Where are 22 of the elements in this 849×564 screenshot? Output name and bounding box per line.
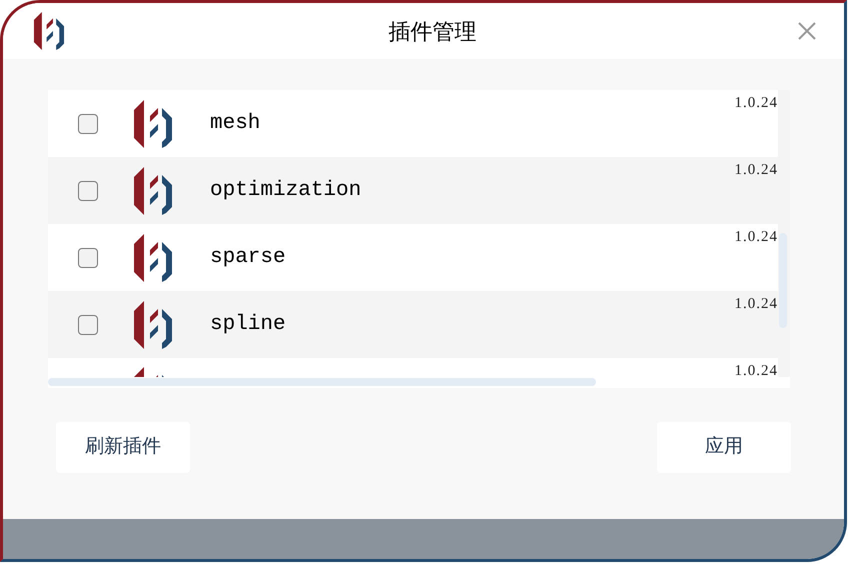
plugin-name: optimization	[210, 178, 362, 204]
plugin-version: 1.0.24	[734, 228, 778, 247]
plugin-version: 1.0.24	[734, 295, 778, 314]
checkbox[interactable]	[78, 180, 98, 200]
plugin-row[interactable]: mesh 1.0.24	[48, 90, 778, 157]
window-title: 插件管理	[388, 18, 478, 46]
checkbox[interactable]	[78, 114, 98, 134]
checkbox[interactable]	[78, 248, 98, 268]
close-icon[interactable]	[798, 22, 816, 40]
plugin-version: 1.0.24	[734, 94, 778, 113]
vertical-scrollbar-thumb[interactable]	[779, 233, 787, 328]
app-logo-icon	[31, 12, 67, 50]
plugin-name: spline	[210, 312, 286, 338]
plugin-name: sparse	[210, 244, 286, 271]
checkbox[interactable]	[78, 314, 98, 334]
horizontal-scrollbar-thumb[interactable]	[48, 378, 596, 386]
plugin-name: mesh	[210, 110, 260, 137]
apply-button[interactable]: 应用	[657, 422, 791, 473]
plugin-row[interactable]: 1.0.24	[48, 358, 778, 377]
refresh-plugins-button[interactable]: 刷新插件	[56, 422, 190, 473]
plugin-row[interactable]: sparse 1.0.24	[48, 224, 778, 291]
plugin-version: 1.0.24	[734, 161, 778, 180]
